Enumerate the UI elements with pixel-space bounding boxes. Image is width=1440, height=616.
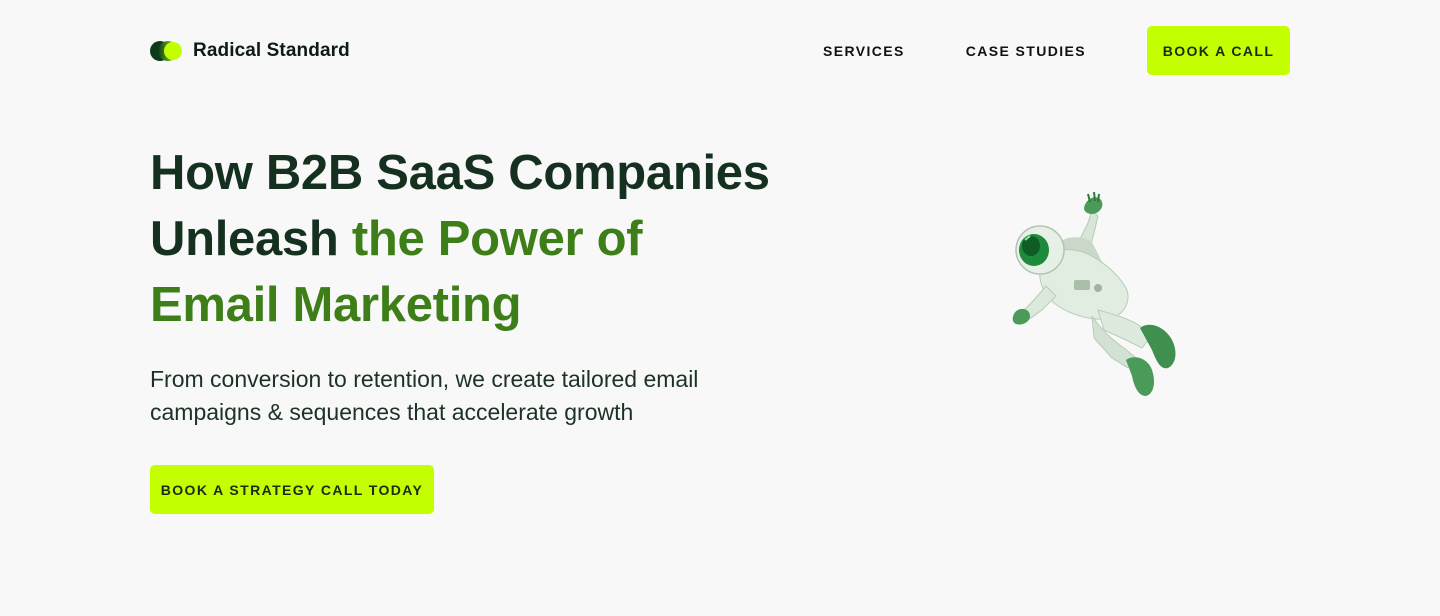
floating-astronaut-illustration [1012,191,1176,396]
brand-logo-link[interactable]: Radical Standard [150,40,350,62]
book-a-call-button[interactable]: BOOK A CALL [1147,26,1290,75]
hero-subtitle: From conversion to retention, we create … [150,366,699,425]
hero-title-line-2-start: Unleash [150,212,352,266]
hero-title-line-3-accent: Email Marketing [150,278,522,332]
book-strategy-call-button[interactable]: BOOK A STRATEGY CALL TODAY [150,465,434,514]
landing-page: Radical Standard SERVICES CASE STUDIES B… [0,0,1440,616]
main-nav: SERVICES CASE STUDIES BOOK A CALL [823,26,1290,75]
nav-link-case-studies[interactable]: CASE STUDIES [966,43,1086,59]
site-header: Radical Standard SERVICES CASE STUDIES B… [150,26,1290,75]
nav-link-services[interactable]: SERVICES [823,43,905,59]
brand-name: Radical Standard [193,39,350,61]
hero-title-line-2-accent: the Power of [351,212,643,266]
radical-standard-logo-icon [150,40,182,61]
hero-title-line-1: How B2B SaaS Companies [150,146,770,200]
hero-title: How B2B SaaS Companies Unleash the Power… [150,140,850,338]
